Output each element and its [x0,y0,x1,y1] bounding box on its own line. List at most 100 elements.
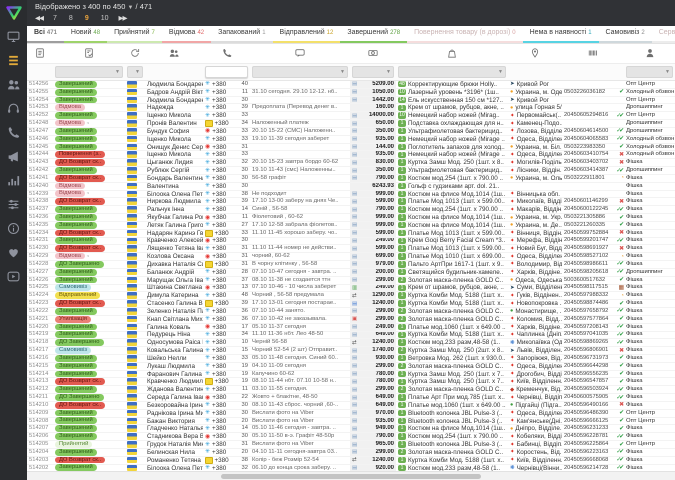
sidebar-item-marketing[interactable] [5,152,22,165]
order-row[interactable]: 514244Повернення (з..Іщенко Микола✳+3803… [27,151,675,159]
page-button-10[interactable]: 10 [101,14,109,24]
filter-dropdown[interactable]: ▼ [55,66,123,78]
order-row[interactable]: 514206ЗавершенийСтадникова Вера В..◉+380… [27,433,675,441]
sidebar-item-video[interactable] [5,272,22,285]
order-row[interactable]: 514222ЗавершенийЗеленко Наталія Па..✳+38… [27,308,675,316]
order-row[interactable]: 514236ЗавершенийЯкубчак Галина Ром..◉+38… [27,214,675,222]
sidebar-item-reports[interactable] [5,176,22,189]
customer-column-header[interactable] [145,44,203,63]
tab-10[interactable]: Сервіси0 [652,26,675,43]
tab-0[interactable]: Всі471 [27,26,64,43]
order-row[interactable]: 514208ЗавершенийБажан Виктория✳+38020Вис… [27,418,675,426]
comment-column-header[interactable] [250,44,350,63]
page-size-caret-icon[interactable]: ▼ [127,5,133,11]
order-row[interactable]: 514248Відмова◔Пронів Валентин+38034Налож… [27,120,675,128]
order-row[interactable]: 514245ЗавершенийОнищук Денис Сергі..◉+38… [27,144,675,152]
sidebar-item-orders[interactable] [5,56,22,69]
order-row[interactable]: 514235ЗавершенийЛетяк Галина Григо..✳+38… [27,222,675,230]
order-row[interactable]: 514243ДО Возврат ск..Цыганюк Лидия✳+3803… [27,159,675,167]
order-row[interactable]: 514231ЗавершенийКравченко Алексей◉+38030… [27,238,675,246]
order-row[interactable]: 514223ДО Возврат ск..Стасенко Галина Ви.… [27,300,675,308]
order-row[interactable]: 514220ЗавершенийГалина Коваль◉+3801705.1… [27,324,675,332]
order-row[interactable]: 514205ПрийнятийГрудок Наталія Мик..✳+380… [27,441,675,449]
order-row[interactable]: 514228ДО ЗавершеноДихавка Наталія Си..+3… [27,261,675,269]
order-row[interactable]: 514242ЗавершенийРублюк Сергій✳+3803019.1… [27,167,675,175]
order-row[interactable]: 514234ДО Возврат ск..Надарян Каринэ Гв..… [27,230,675,238]
horizontal-scrollbar[interactable] [27,471,675,480]
sidebar-item-partners[interactable] [5,248,22,261]
order-row[interactable]: 514226ЗавершенийМарущак Ольга Іва..✳+380… [27,277,675,285]
tab-3[interactable]: Відмова42 [162,26,211,43]
order-row[interactable]: 514216ЗавершенийШейко Нелли✳+3803305.10 … [27,355,675,363]
sidebar-item-info[interactable] [5,224,22,237]
order-row[interactable]: 514227ЗавершенийБаланюк Андрій✳+3802807.… [27,269,675,277]
order-id-column-header[interactable] [27,44,53,63]
tab-1[interactable]: Новий48 [64,26,107,43]
status-cell: Завершений [53,449,125,456]
order-row[interactable]: 514229Відмова◔Козлова Оксана◉+38031чорни… [27,253,675,261]
tab-8[interactable]: Нема в наявності1 [523,26,599,43]
sidebar-item-settings[interactable] [5,200,22,213]
order-row[interactable]: 514210ДО Возврат ск..Безкоровайна Ірина✳… [27,402,675,410]
order-row[interactable]: 514213ДО Возврат ск..Кравченко Людмила+3… [27,378,675,386]
price-column-header[interactable] [350,44,396,63]
sidebar-item-customers[interactable] [5,80,22,93]
tab-5[interactable]: Відправлений12 [273,26,341,43]
order-row[interactable]: 514224ВідправленийДимула Катерина✳+38048… [27,292,675,300]
order-row[interactable]: 514241ДО Возврат ск..Бондарь Валентина..… [27,175,675,183]
product-column-header[interactable] [396,44,508,63]
order-row[interactable]: 514218ДО ЗавершеноОдносумова Раіса І..✳+… [27,339,675,347]
filter-dropdown[interactable]: ▼ [352,66,394,78]
order-row[interactable]: 514221УтилізаціяКнап Світлана Миха..✳+38… [27,316,675,324]
order-row[interactable]: 514203ДО Возврат ск..Романенко Тетяна+38… [27,457,675,465]
sidebar-item-dashboard[interactable] [5,32,22,45]
order-row[interactable]: 514209ЗавершенийРаднікова Ірина Ми..✳+38… [27,410,675,418]
last-page-button[interactable]: ▶▶ [119,14,127,24]
tab-7[interactable]: Повернення товару (в дорозі)0 [407,26,523,43]
order-row[interactable]: 514214ЗавершенийФаранович Галина✳+38019К… [27,371,675,379]
phone-column-header[interactable] [203,44,250,63]
shown-range[interactable]: Відображено з 400 по 450 ▼ / 471 [35,2,675,13]
sidebar-item-telephony[interactable] [5,128,22,141]
order-row[interactable]: 514254ЗавершенийЛюдмила Бондарен..✳+3803… [27,97,675,105]
page-button-8[interactable]: 8 [69,14,73,24]
first-page-button[interactable]: ◀◀ [35,14,43,24]
sidebar-item-support-team[interactable] [5,104,22,117]
order-row[interactable]: 514255ЗавершенийБадров Андрій Вікт..✳+38… [27,89,675,97]
app-logo[interactable] [0,0,27,26]
order-id: 514206 [27,433,53,440]
order-row[interactable]: 514239Відмова◔Білоока Олена Петр..✳+3803… [27,191,675,199]
page-button-7[interactable]: 7 [53,14,57,24]
filter-dropdown[interactable]: ▼ [398,66,506,78]
filter-dropdown[interactable]: ▼ [252,66,348,78]
status-column-header[interactable] [53,44,125,63]
order-row[interactable]: 514219ЗавершенийПедурець Ніна✳+3803411.1… [27,332,675,340]
order-row[interactable]: 514225СамовивізШтакина Светлана◉+3801307… [27,285,675,293]
order-row[interactable]: 514237ЗавершенийРальчук Інна✳+38014Синій… [27,206,675,214]
order-row[interactable]: 514256ЗавершенийЛюдмила Бондарен..✳+3804… [27,81,675,89]
nova-poshta-icon: ✦ [510,355,515,361]
filter-dropdown[interactable]: ▼ [626,66,673,78]
order-row[interactable]: 514204ЗавершенийБелинская Нила✳+3802004.… [27,449,675,457]
filter-input[interactable] [205,66,248,78]
order-row[interactable]: 514215ЗавершенийЛукаш Людмила✳+3801904.1… [27,363,675,371]
page-button-9[interactable]: 9 [85,14,89,24]
order-row[interactable]: 514238ДО Возврат ск..Ниркова Людмила✳+38… [27,198,675,206]
order-row[interactable]: 514211ДО ЗавершеноСереда Галина Івані..◉… [27,394,675,402]
source-column-header[interactable] [624,44,675,63]
country-column-header[interactable] [125,44,145,63]
order-row[interactable]: 514253ВідмоваНадежда✳+38039Предоплата (П… [27,104,675,112]
order-row[interactable]: 514246ЗавершенийІщенко Микола✳+3803319.1… [27,136,675,144]
tab-2[interactable]: Прийнятий7 [107,26,162,43]
order-row[interactable]: 514247ЗавершенийБундук София◉+3803320.10… [27,128,675,136]
scrollbar-thumb[interactable] [221,474,480,479]
city-column-header[interactable] [508,44,562,63]
tab-4[interactable]: Запакований1 [211,26,272,43]
filter-dropdown[interactable]: ▼ [127,66,143,78]
tab-6[interactable]: Завершений278 [340,26,407,43]
order-row[interactable]: 514217СамовивізКовальська Галина✳+38015Ч… [27,347,675,355]
tab-9[interactable]: Самовивіз2 [599,26,652,43]
order-row[interactable]: 514207ЗавершенийГладченко Наталья ..✳+38… [27,425,675,433]
order-row[interactable]: 514212ЗавершенийЖданова Валентина✳+38011… [27,386,675,394]
tracking-column-header[interactable] [562,44,624,63]
